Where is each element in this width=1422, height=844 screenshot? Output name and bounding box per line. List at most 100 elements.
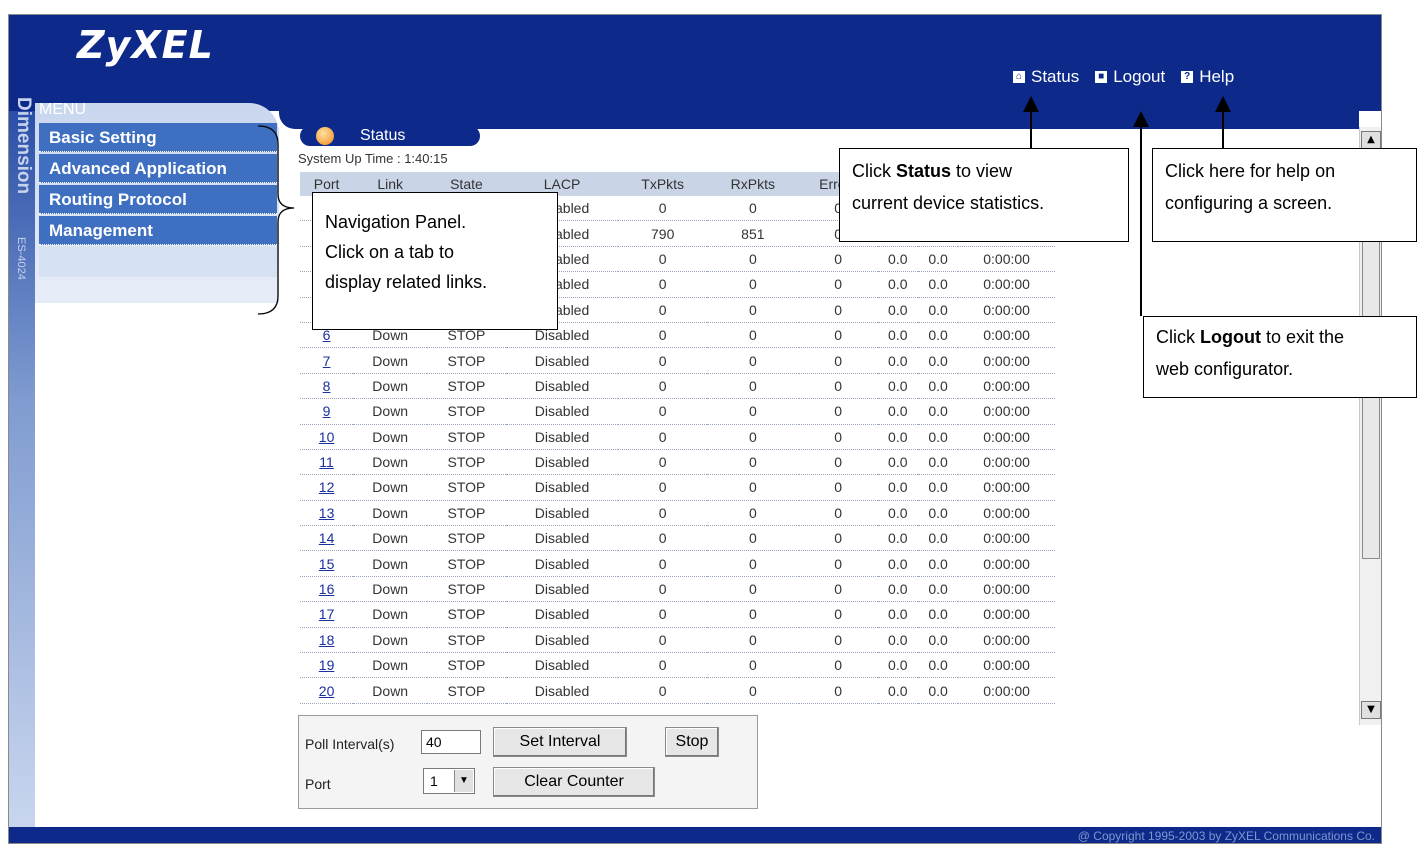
status-orb-icon bbox=[316, 127, 334, 145]
menu-item-routing-protocol[interactable]: Routing Protocol bbox=[39, 185, 277, 214]
table-cell: 0 bbox=[798, 652, 878, 679]
table-cell: 0 bbox=[798, 550, 878, 577]
status-link[interactable]: ⌂ Status bbox=[1013, 67, 1079, 87]
table-cell: STOP bbox=[427, 449, 506, 476]
port-link[interactable]: 12 bbox=[319, 479, 335, 495]
stop-button[interactable]: Stop bbox=[665, 727, 719, 757]
set-interval-button[interactable]: Set Interval bbox=[493, 727, 627, 757]
port-link-cell[interactable]: 14 bbox=[300, 525, 354, 552]
table-cell: 0.0 bbox=[917, 424, 959, 450]
table-cell: 0.0 bbox=[917, 525, 959, 552]
poll-interval-input[interactable]: 40 bbox=[421, 730, 481, 754]
help-arrow-line bbox=[1222, 112, 1224, 148]
table-row: 12 Down STOP Disabled 0 0 0 0.0 0.0 0:00:00 bbox=[300, 474, 1055, 501]
table-cell: STOP bbox=[427, 525, 506, 552]
table-cell: 0 bbox=[706, 601, 799, 628]
port-link[interactable]: 20 bbox=[319, 683, 335, 699]
callout-logout-line2: web configurator. bbox=[1156, 359, 1294, 379]
port-link-cell[interactable]: 7 bbox=[300, 347, 354, 374]
help-link[interactable]: ? Help bbox=[1181, 67, 1234, 87]
table-cell: 0 bbox=[618, 271, 707, 298]
port-link[interactable]: 16 bbox=[319, 581, 335, 597]
logout-link-label: Logout bbox=[1113, 67, 1166, 86]
scroll-up-button[interactable]: ▲ bbox=[1361, 131, 1381, 149]
table-cell: 0 bbox=[618, 525, 707, 552]
table-row: 7 Down STOP Disabled 0 0 0 0.0 0.0 0:00:00 bbox=[300, 347, 1055, 374]
top-links: ⌂ Status ■ Logout ? Help bbox=[1013, 67, 1234, 87]
callout-logout-pre: Click bbox=[1156, 327, 1200, 347]
table-cell: 0:00:00 bbox=[958, 322, 1055, 349]
logout-link[interactable]: ■ Logout bbox=[1095, 67, 1165, 87]
menu-item-advanced-application[interactable]: Advanced Application bbox=[39, 154, 277, 183]
scroll-down-button[interactable]: ▼ bbox=[1361, 701, 1381, 719]
table-cell: STOP bbox=[427, 627, 506, 654]
table-cell: 0 bbox=[798, 449, 878, 476]
table-row: 19 Down STOP Disabled 0 0 0 0.0 0.0 0:00:00 bbox=[300, 652, 1055, 679]
table-cell: 0 bbox=[618, 627, 707, 654]
table-cell: STOP bbox=[427, 500, 506, 527]
port-link-cell[interactable]: 20 bbox=[300, 677, 354, 704]
port-link-cell[interactable]: 18 bbox=[300, 627, 354, 654]
table-cell: 0 bbox=[618, 347, 707, 374]
table-row: 13 Down STOP Disabled 0 0 0 0.0 0.0 0:00:00 bbox=[300, 500, 1055, 527]
table-cell: 0 bbox=[798, 424, 878, 450]
status-arrow-head bbox=[1023, 96, 1039, 112]
port-link-cell[interactable]: 9 bbox=[300, 398, 354, 425]
port-link[interactable]: 18 bbox=[319, 632, 335, 648]
port-link[interactable]: 9 bbox=[323, 403, 331, 419]
port-link[interactable]: 19 bbox=[319, 657, 335, 673]
table-cell: 0 bbox=[618, 474, 707, 501]
clear-counter-button[interactable]: Clear Counter bbox=[493, 767, 655, 797]
table-cell: Down bbox=[353, 449, 428, 476]
table-cell: 0.0 bbox=[917, 398, 959, 425]
callout-logout-line1: Click Logout to exit the bbox=[1156, 321, 1416, 353]
port-select[interactable]: 1 ▼ bbox=[423, 768, 475, 794]
table-cell: 0.0 bbox=[917, 322, 959, 349]
port-link-cell[interactable]: 16 bbox=[300, 576, 354, 603]
menu-item-basic-setting[interactable]: Basic Setting bbox=[39, 123, 277, 152]
table-cell: 0.0 bbox=[877, 677, 918, 704]
table-cell: STOP bbox=[427, 576, 506, 603]
callout-nav-line2: Click on a tab to bbox=[325, 242, 455, 262]
port-link-cell[interactable]: 15 bbox=[300, 550, 354, 577]
port-link-cell[interactable]: 13 bbox=[300, 500, 354, 527]
table-cell: 0 bbox=[798, 677, 878, 704]
port-link-cell[interactable]: 8 bbox=[300, 373, 354, 400]
table-cell: Disabled bbox=[505, 601, 619, 628]
port-link-cell[interactable]: 17 bbox=[300, 601, 354, 628]
table-cell: Down bbox=[353, 677, 428, 704]
callout-status-line1: Click Status to view bbox=[852, 155, 1128, 187]
table-cell: 0 bbox=[706, 449, 799, 476]
port-link[interactable]: 11 bbox=[319, 454, 334, 470]
table-cell: 0.0 bbox=[877, 652, 918, 679]
port-link[interactable]: 14 bbox=[319, 530, 335, 546]
table-cell: 0.0 bbox=[877, 500, 918, 527]
table-cell: 0 bbox=[618, 550, 707, 577]
port-link[interactable]: 7 bbox=[323, 353, 331, 369]
port-link[interactable]: 17 bbox=[319, 606, 335, 622]
table-cell: 0 bbox=[706, 525, 799, 552]
port-link-cell[interactable]: 11 bbox=[300, 449, 354, 476]
port-link-cell[interactable]: 19 bbox=[300, 652, 354, 679]
table-cell: 0 bbox=[798, 525, 878, 552]
table-cell: 0:00:00 bbox=[958, 474, 1055, 501]
table-cell: 0 bbox=[618, 398, 707, 425]
port-link[interactable]: 10 bbox=[319, 429, 335, 445]
table-cell: 0.0 bbox=[917, 246, 959, 273]
table-cell: 0 bbox=[618, 246, 707, 273]
port-link-cell[interactable]: 10 bbox=[300, 424, 354, 450]
port-link-cell[interactable]: 12 bbox=[300, 474, 354, 501]
table-cell: 0 bbox=[798, 500, 878, 527]
logout-arrow-line bbox=[1140, 126, 1142, 316]
menu-item-management[interactable]: Management bbox=[39, 216, 277, 245]
table-cell: 0:00:00 bbox=[958, 246, 1055, 273]
port-select-value: 1 bbox=[430, 773, 438, 789]
table-cell: Disabled bbox=[505, 525, 619, 552]
table-row: 9 Down STOP Disabled 0 0 0 0.0 0.0 0:00:00 bbox=[300, 398, 1055, 425]
port-link[interactable]: 13 bbox=[319, 505, 335, 521]
table-cell: 0 bbox=[618, 373, 707, 400]
table-cell: 0:00:00 bbox=[958, 550, 1055, 577]
port-link[interactable]: 15 bbox=[319, 556, 335, 572]
status-title-pill: Status bbox=[300, 126, 480, 146]
port-link[interactable]: 8 bbox=[323, 378, 331, 394]
